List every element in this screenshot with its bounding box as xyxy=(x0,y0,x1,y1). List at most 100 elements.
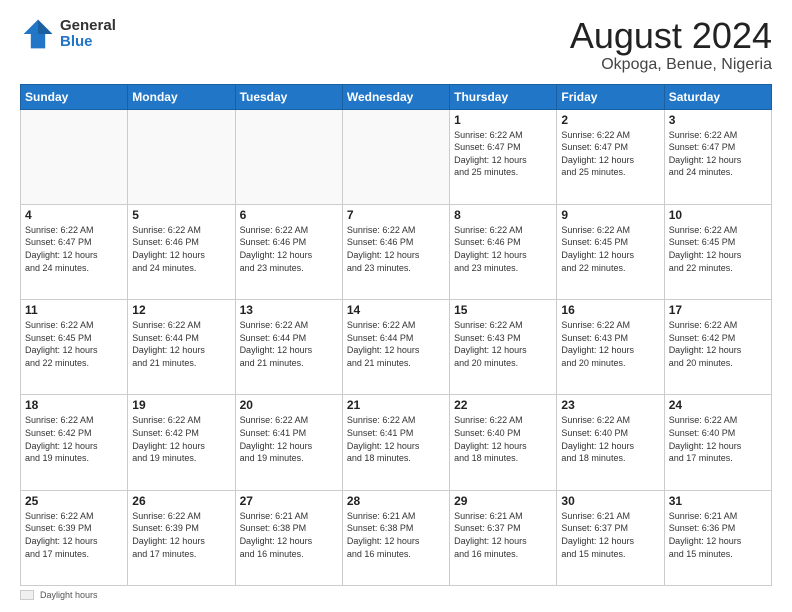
day-number: 23 xyxy=(561,398,659,412)
day-info: Sunrise: 6:22 AM Sunset: 6:45 PM Dayligh… xyxy=(561,224,659,274)
calendar-cell: 2 Sunrise: 6:22 AM Sunset: 6:47 PM Daylig… xyxy=(557,109,664,204)
logo-blue: Blue xyxy=(60,34,116,51)
week-row-1: 1 Sunrise: 6:22 AM Sunset: 6:47 PM Daylig… xyxy=(21,109,772,204)
calendar-cell: 7Sunrise: 6:22 AM Sunset: 6:46 PM Daylig… xyxy=(342,204,449,299)
day-info: Sunrise: 6:22 AM Sunset: 6:47 PM Dayligh… xyxy=(561,129,659,179)
day-info: Sunrise: 6:22 AM Sunset: 6:47 PM Dayligh… xyxy=(25,224,123,274)
calendar-cell: 29 Sunrise: 6:21 AM Sunset: 6:37 PM Dayli… xyxy=(450,490,557,585)
day-number: 6 xyxy=(240,208,338,222)
day-number: 4 xyxy=(25,208,123,222)
day-number: 8 xyxy=(454,208,552,222)
calendar-cell: 28Sunrise: 6:21 AM Sunset: 6:38 PM Dayli… xyxy=(342,490,449,585)
day-number: 31 xyxy=(669,494,767,508)
day-info: Sunrise: 6:22 AM Sunset: 6:42 PM Dayligh… xyxy=(25,414,123,464)
day-number: 18 xyxy=(25,398,123,412)
day-number: 15 xyxy=(454,303,552,317)
week-row-5: 25 Sunrise: 6:22 AM Sunset: 6:39 PM Dayli… xyxy=(21,490,772,585)
calendar-cell: 19 Sunrise: 6:22 AM Sunset: 6:42 PM Dayli… xyxy=(128,395,235,490)
day-number: 24 xyxy=(669,398,767,412)
day-info: Sunrise: 6:21 AM Sunset: 6:38 PM Dayligh… xyxy=(347,510,445,560)
calendar-table: SundayMondayTuesdayWednesdayThursdayFrid… xyxy=(20,84,772,586)
header-row: SundayMondayTuesdayWednesdayThursdayFrid… xyxy=(21,84,772,109)
calendar-cell: 1 Sunrise: 6:22 AM Sunset: 6:47 PM Daylig… xyxy=(450,109,557,204)
day-info: Sunrise: 6:22 AM Sunset: 6:41 PM Dayligh… xyxy=(347,414,445,464)
calendar-cell: 14Sunrise: 6:22 AM Sunset: 6:44 PM Dayli… xyxy=(342,300,449,395)
day-info: Sunrise: 6:22 AM Sunset: 6:45 PM Dayligh… xyxy=(669,224,767,274)
day-number: 29 xyxy=(454,494,552,508)
column-header-tuesday: Tuesday xyxy=(235,84,342,109)
calendar-title: August 2024 xyxy=(570,16,772,56)
week-row-4: 18 Sunrise: 6:22 AM Sunset: 6:42 PM Dayli… xyxy=(21,395,772,490)
calendar-cell: 4 Sunrise: 6:22 AM Sunset: 6:47 PM Daylig… xyxy=(21,204,128,299)
calendar-cell: 21 Sunrise: 6:22 AM Sunset: 6:41 PM Dayli… xyxy=(342,395,449,490)
day-info: Sunrise: 6:21 AM Sunset: 6:37 PM Dayligh… xyxy=(454,510,552,560)
day-info: Sunrise: 6:22 AM Sunset: 6:40 PM Dayligh… xyxy=(454,414,552,464)
day-number: 20 xyxy=(240,398,338,412)
title-block: August 2024 Okpoga, Benue, Nigeria xyxy=(570,16,772,74)
calendar-cell xyxy=(128,109,235,204)
day-info: Sunrise: 6:22 AM Sunset: 6:40 PM Dayligh… xyxy=(561,414,659,464)
calendar-cell: 16 Sunrise: 6:22 AM Sunset: 6:43 PM Dayli… xyxy=(557,300,664,395)
day-number: 10 xyxy=(669,208,767,222)
calendar-cell: 20Sunrise: 6:22 AM Sunset: 6:41 PM Dayli… xyxy=(235,395,342,490)
day-info: Sunrise: 6:22 AM Sunset: 6:47 PM Dayligh… xyxy=(454,129,552,179)
day-number: 1 xyxy=(454,113,552,127)
week-row-3: 11Sunrise: 6:22 AM Sunset: 6:45 PM Dayli… xyxy=(21,300,772,395)
column-header-wednesday: Wednesday xyxy=(342,84,449,109)
calendar-cell: 8Sunrise: 6:22 AM Sunset: 6:46 PM Daylig… xyxy=(450,204,557,299)
day-info: Sunrise: 6:22 AM Sunset: 6:42 PM Dayligh… xyxy=(669,319,767,369)
day-info: Sunrise: 6:22 AM Sunset: 6:46 PM Dayligh… xyxy=(240,224,338,274)
day-info: Sunrise: 6:22 AM Sunset: 6:43 PM Dayligh… xyxy=(454,319,552,369)
day-number: 30 xyxy=(561,494,659,508)
calendar-cell: 15 Sunrise: 6:22 AM Sunset: 6:43 PM Dayli… xyxy=(450,300,557,395)
day-info: Sunrise: 6:22 AM Sunset: 6:46 PM Dayligh… xyxy=(347,224,445,274)
logo: General Blue xyxy=(20,16,116,52)
calendar-cell: 5 Sunrise: 6:22 AM Sunset: 6:46 PM Daylig… xyxy=(128,204,235,299)
day-number: 14 xyxy=(347,303,445,317)
day-number: 17 xyxy=(669,303,767,317)
day-number: 9 xyxy=(561,208,659,222)
calendar-cell: 12Sunrise: 6:22 AM Sunset: 6:44 PM Dayli… xyxy=(128,300,235,395)
day-number: 2 xyxy=(561,113,659,127)
calendar-cell: 3Sunrise: 6:22 AM Sunset: 6:47 PM Daylig… xyxy=(664,109,771,204)
calendar-cell: 10 Sunrise: 6:22 AM Sunset: 6:45 PM Dayli… xyxy=(664,204,771,299)
day-info: Sunrise: 6:22 AM Sunset: 6:44 PM Dayligh… xyxy=(240,319,338,369)
day-info: Sunrise: 6:22 AM Sunset: 6:47 PM Dayligh… xyxy=(669,129,767,179)
day-number: 5 xyxy=(132,208,230,222)
day-info: Sunrise: 6:22 AM Sunset: 6:43 PM Dayligh… xyxy=(561,319,659,369)
calendar-cell: 30 Sunrise: 6:21 AM Sunset: 6:37 PM Dayli… xyxy=(557,490,664,585)
day-info: Sunrise: 6:22 AM Sunset: 6:40 PM Dayligh… xyxy=(669,414,767,464)
calendar-cell: 23 Sunrise: 6:22 AM Sunset: 6:40 PM Dayli… xyxy=(557,395,664,490)
day-number: 27 xyxy=(240,494,338,508)
day-info: Sunrise: 6:21 AM Sunset: 6:37 PM Dayligh… xyxy=(561,510,659,560)
column-header-thursday: Thursday xyxy=(450,84,557,109)
day-number: 12 xyxy=(132,303,230,317)
footer-note: Daylight hours xyxy=(20,590,772,600)
day-info: Sunrise: 6:22 AM Sunset: 6:42 PM Dayligh… xyxy=(132,414,230,464)
calendar-cell: 13Sunrise: 6:22 AM Sunset: 6:44 PM Dayli… xyxy=(235,300,342,395)
column-header-monday: Monday xyxy=(128,84,235,109)
column-header-sunday: Sunday xyxy=(21,84,128,109)
day-info: Sunrise: 6:22 AM Sunset: 6:46 PM Dayligh… xyxy=(132,224,230,274)
calendar-cell: 9 Sunrise: 6:22 AM Sunset: 6:45 PM Daylig… xyxy=(557,204,664,299)
logo-text: General Blue xyxy=(60,18,116,51)
day-number: 16 xyxy=(561,303,659,317)
calendar-cell xyxy=(235,109,342,204)
day-info: Sunrise: 6:22 AM Sunset: 6:39 PM Dayligh… xyxy=(25,510,123,560)
calendar-cell: 11Sunrise: 6:22 AM Sunset: 6:45 PM Dayli… xyxy=(21,300,128,395)
day-number: 21 xyxy=(347,398,445,412)
calendar-cell xyxy=(21,109,128,204)
calendar-cell: 31Sunrise: 6:21 AM Sunset: 6:36 PM Dayli… xyxy=(664,490,771,585)
logo-icon xyxy=(20,16,56,52)
logo-general: General xyxy=(60,18,116,35)
header: General Blue August 2024 Okpoga, Benue, … xyxy=(20,16,772,74)
day-info: Sunrise: 6:21 AM Sunset: 6:38 PM Dayligh… xyxy=(240,510,338,560)
day-info: Sunrise: 6:22 AM Sunset: 6:45 PM Dayligh… xyxy=(25,319,123,369)
calendar-cell: 17 Sunrise: 6:22 AM Sunset: 6:42 PM Dayli… xyxy=(664,300,771,395)
daylight-swatch xyxy=(20,590,34,600)
day-number: 19 xyxy=(132,398,230,412)
day-number: 25 xyxy=(25,494,123,508)
column-header-friday: Friday xyxy=(557,84,664,109)
calendar-cell xyxy=(342,109,449,204)
day-info: Sunrise: 6:22 AM Sunset: 6:39 PM Dayligh… xyxy=(132,510,230,560)
